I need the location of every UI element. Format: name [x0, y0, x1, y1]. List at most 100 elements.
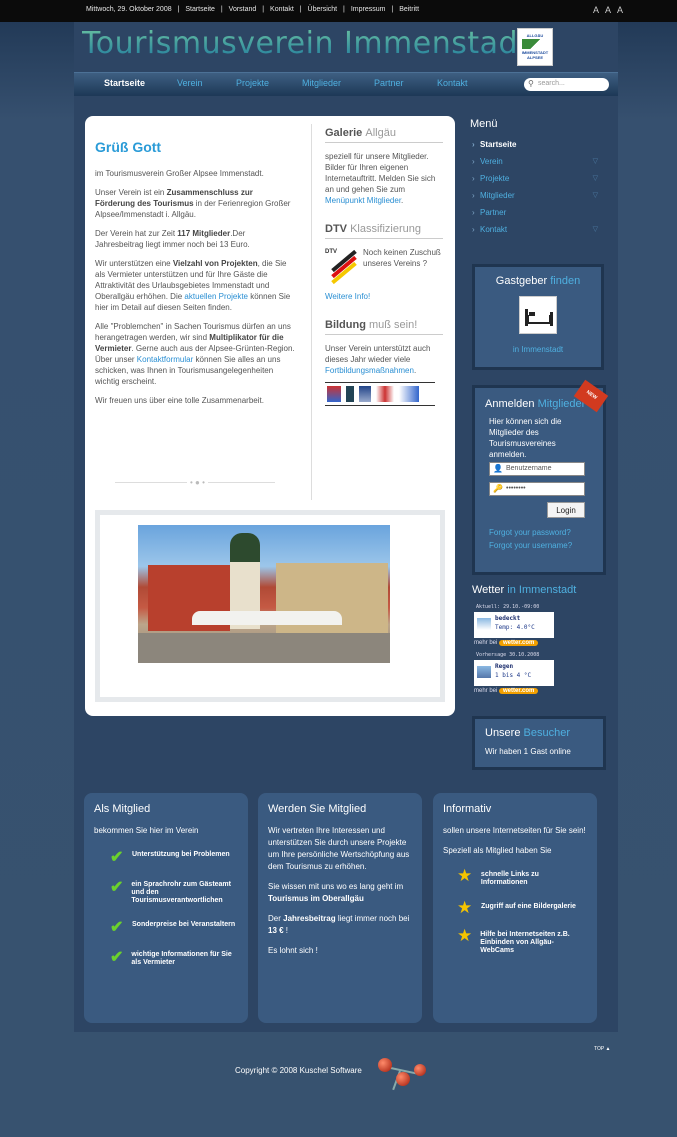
- nav-projekte[interactable]: Projekte: [236, 78, 269, 88]
- nav-startseite[interactable]: Startseite: [104, 78, 145, 88]
- page-title: Grüß Gott: [95, 139, 162, 155]
- partner-logo-icon: [346, 386, 354, 402]
- main-content: Grüß Gott im Tourismusverein Großer Alps…: [85, 116, 455, 716]
- chevron-down-icon[interactable]: ▽: [593, 157, 598, 165]
- toplink-kontakt[interactable]: Kontakt: [270, 6, 294, 13]
- wetter-more-link[interactable]: mehr bei wetter.com: [474, 640, 606, 646]
- benefit-item: ✔ wichtige Informationen für Sie als Verm…: [110, 949, 232, 967]
- partner-logo-icon: [327, 386, 341, 402]
- nav-mitglieder[interactable]: Mitglieder: [302, 78, 341, 88]
- menu-startseite[interactable]: › Startseite: [470, 140, 608, 157]
- copyright: Copyright © 2008 Kuschel Software: [235, 1066, 362, 1075]
- toplink-impressum[interactable]: Impressum: [351, 6, 386, 13]
- forgot-username-link[interactable]: Forgot your username?: [489, 539, 603, 552]
- dtv-block: DTV Klassifizierung DTV Noch keinen Zusc…: [325, 220, 443, 302]
- site-title[interactable]: Tourismusverein Immenstadt: [82, 26, 530, 61]
- bed-icon[interactable]: [519, 296, 557, 334]
- werden-mitglied-column: Werden Sie Mitglied Wir vertreten Ihre I…: [258, 793, 422, 1023]
- werden-p1: Wir vertreten Ihre Interessen und unters…: [268, 826, 410, 871]
- bildung-block: Bildung muß sein! Unser Verein unterstüt…: [325, 316, 443, 406]
- checkmark-icon: ✔: [110, 949, 124, 966]
- toplink-beitritt[interactable]: Beitritt: [399, 6, 419, 13]
- header: Tourismusverein Immenstadt ALLGÄU IMMENS…: [74, 22, 618, 72]
- toplink-startseite[interactable]: Startseite: [185, 6, 215, 13]
- side-column: Galerie Allgäu speziell für unsere Mitgl…: [325, 124, 443, 420]
- password-field[interactable]: 🔑 ••••••••: [489, 482, 585, 496]
- divider: • ● •: [115, 478, 275, 487]
- star-icon: ★: [457, 898, 473, 917]
- arrow-icon: ›: [472, 174, 475, 183]
- checkmark-icon: ✔: [110, 919, 124, 936]
- key-icon: 🔑: [493, 484, 503, 493]
- column-separator: [311, 124, 312, 500]
- informativ-p1: sollen unsere Internetseiten für Sie sei…: [443, 826, 586, 835]
- wetter-title: Wetter in Immenstadt: [472, 584, 577, 596]
- font-medium-icon[interactable]: A: [605, 5, 613, 15]
- besucher-title: Unsere Besucher: [485, 727, 571, 739]
- toplink-vorstand[interactable]: Vorstand: [229, 6, 257, 13]
- login-button[interactable]: Login: [547, 502, 585, 518]
- intro-p5: Alle "Problemchen" in Sachen Tourismus d…: [95, 322, 295, 386]
- chevron-down-icon[interactable]: ▽: [593, 225, 598, 233]
- photo-frame: [95, 510, 445, 702]
- wetter-box: Wetter in Immenstadt Aktuell: 29.10.-09:…: [472, 582, 606, 700]
- mitglied-column: Als Mitglied bekommen Sie hier im Verein…: [84, 793, 248, 1023]
- dtv-text: Noch keinen Zuschuß unseres Vereins ?: [363, 248, 441, 268]
- partner-logo-icon: [399, 386, 419, 402]
- chevron-down-icon[interactable]: ▽: [593, 191, 598, 199]
- rain-icon: [477, 666, 491, 678]
- besucher-count: Wir haben 1 Gast online: [485, 747, 571, 756]
- intro-p1: im Tourismusverein Großer Alpsee Immenst…: [95, 169, 264, 178]
- galerie-title: Galerie Allgäu: [325, 124, 443, 143]
- font-small-icon[interactable]: A: [593, 5, 601, 15]
- menu-kontakt[interactable]: › Kontakt ▽: [470, 225, 608, 242]
- nav-partner[interactable]: Partner: [374, 78, 404, 88]
- kontaktformular-link[interactable]: Kontaktformular: [137, 355, 193, 364]
- cloud-icon: [477, 618, 491, 630]
- galerie-text: speziell für unsere Mitglieder. Bilder f…: [325, 152, 436, 205]
- wetter-more-link[interactable]: mehr bei wetter.com: [474, 688, 606, 694]
- werden-p3: Der Jahresbeitrag liegt immer noch bei 1…: [268, 914, 410, 935]
- intro-p6: Wir freuen uns über eine tolle Zusammena…: [95, 396, 264, 405]
- checkmark-icon: ✔: [110, 879, 124, 896]
- logo[interactable]: ALLGÄU IMMENSTADT ALPSEE: [517, 28, 553, 66]
- feature-item: ★ schnelle Links zu Informationen: [457, 866, 539, 886]
- gastgeber-box: Gastgeber finden in Immenstadt: [472, 264, 604, 370]
- chevron-down-icon[interactable]: ▽: [593, 174, 598, 182]
- menu-projekte[interactable]: › Projekte ▽: [470, 174, 608, 191]
- main-nav: Startseite Verein Projekte Mitglieder Pa…: [74, 72, 618, 96]
- login-box: NEW Anmelden Mitglieder Hier können sich…: [472, 379, 609, 575]
- partner-logo-icon: [359, 386, 371, 402]
- weitere-info-link[interactable]: Weitere Info!: [325, 292, 370, 301]
- top-link[interactable]: TOP ▲: [594, 1046, 610, 1052]
- galerie-block: Galerie Allgäu speziell für unsere Mitgl…: [325, 124, 443, 206]
- informativ-title: Informativ: [443, 803, 492, 815]
- aktuelle-projekte-link[interactable]: aktuellen Projekte: [184, 292, 248, 301]
- feature-item: ★ Zugriff auf eine Bildergalerie: [457, 898, 576, 917]
- mitglied-text: bekommen Sie hier im Verein: [94, 826, 199, 835]
- nav-kontakt[interactable]: Kontakt: [437, 78, 468, 88]
- username-field[interactable]: 👤 Benutzername: [489, 462, 585, 476]
- menuepunkt-mitglieder-link[interactable]: Menüpunkt Mitglieder: [325, 196, 401, 205]
- intro-p3: Der Verein hat zur Zeit 117 Mitglieder.D…: [95, 229, 250, 249]
- search-input[interactable]: ⚲ search...: [524, 78, 609, 91]
- nav-verein[interactable]: Verein: [177, 78, 203, 88]
- search-placeholder: search...: [538, 80, 565, 87]
- user-icon: 👤: [493, 464, 503, 473]
- partner-logos: [325, 382, 435, 406]
- fortbildung-link[interactable]: Fortbildungsmaßnahmen: [325, 366, 414, 375]
- menu-verein[interactable]: › Verein ▽: [470, 157, 608, 174]
- toplink-uebersicht[interactable]: Übersicht: [308, 6, 338, 13]
- date-label: Mittwoch, 29. Oktober 2008: [86, 6, 172, 13]
- forgot-password-link[interactable]: Forgot your password?: [489, 526, 603, 539]
- intro-p4: Wir unterstützen eine Vielzahl von Proje…: [95, 259, 291, 312]
- font-large-icon[interactable]: A: [617, 5, 625, 15]
- gastgeber-link[interactable]: in Immenstadt: [475, 345, 601, 354]
- menu-mitglieder[interactable]: › Mitglieder ▽: [470, 191, 608, 208]
- werden-title: Werden Sie Mitglied: [268, 803, 367, 815]
- intro-p2: Unser Verein ist ein Zusammenschluss zur…: [95, 188, 291, 219]
- benefit-item: ✔ Unterstützung bei Problemen: [110, 849, 230, 866]
- star-icon: ★: [457, 866, 473, 885]
- star-icon: ★: [457, 926, 473, 945]
- menu-partner[interactable]: › Partner: [470, 208, 608, 225]
